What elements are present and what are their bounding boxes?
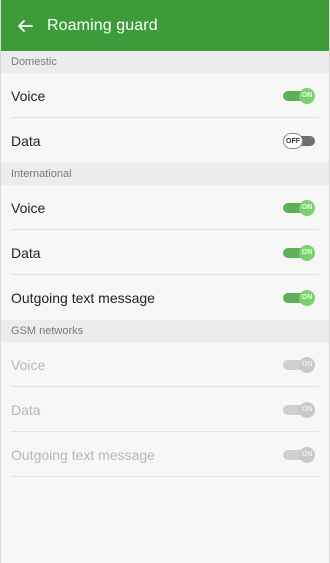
back-arrow-icon[interactable]: [13, 14, 37, 38]
divider: [11, 476, 319, 477]
page-title: Roaming guard: [47, 16, 158, 34]
toggle-knob: ON: [299, 356, 315, 373]
row-label: Outgoing text message: [11, 446, 155, 463]
toggle-knob: ON: [299, 401, 315, 418]
international-text-toggle[interactable]: ON: [283, 289, 315, 306]
toggle-knob: ON: [299, 289, 315, 306]
row-label: Voice: [11, 199, 46, 216]
gsm-data-toggle: ON: [283, 401, 315, 418]
domestic-data-row[interactable]: Data OFF: [1, 118, 329, 163]
section-header-domestic: Domestic: [1, 51, 329, 73]
gsm-text-row: Outgoing text message ON: [1, 432, 329, 477]
international-data-toggle[interactable]: ON: [283, 244, 315, 261]
international-voice-toggle[interactable]: ON: [283, 199, 315, 216]
app-bar: Roaming guard: [1, 0, 329, 51]
toggle-knob: OFF: [283, 132, 303, 149]
section-header-international: International: [1, 163, 329, 185]
toggle-knob: ON: [299, 87, 315, 104]
toggle-knob: ON: [299, 244, 315, 261]
toggle-knob: ON: [299, 446, 315, 463]
row-label: Data: [11, 132, 41, 149]
toggle-knob: ON: [299, 199, 315, 216]
gsm-voice-row: Voice ON: [1, 342, 329, 387]
row-label: Data: [11, 401, 41, 418]
row-label: Data: [11, 244, 41, 261]
gsm-data-row: Data ON: [1, 387, 329, 432]
row-label: Voice: [11, 356, 46, 373]
gsm-voice-toggle: ON: [283, 356, 315, 373]
domestic-voice-toggle[interactable]: ON: [283, 87, 315, 104]
roaming-guard-screen: Roaming guard Domestic Voice ON Data OFF…: [0, 0, 330, 563]
row-label: Outgoing text message: [11, 289, 155, 306]
domestic-voice-row[interactable]: Voice ON: [1, 73, 329, 118]
row-label: Voice: [11, 87, 46, 104]
international-data-row[interactable]: Data ON: [1, 230, 329, 275]
international-text-row[interactable]: Outgoing text message ON: [1, 275, 329, 320]
gsm-text-toggle: ON: [283, 446, 315, 463]
international-voice-row[interactable]: Voice ON: [1, 185, 329, 230]
section-header-gsm: GSM networks: [1, 320, 329, 342]
domestic-data-toggle[interactable]: OFF: [283, 132, 315, 149]
